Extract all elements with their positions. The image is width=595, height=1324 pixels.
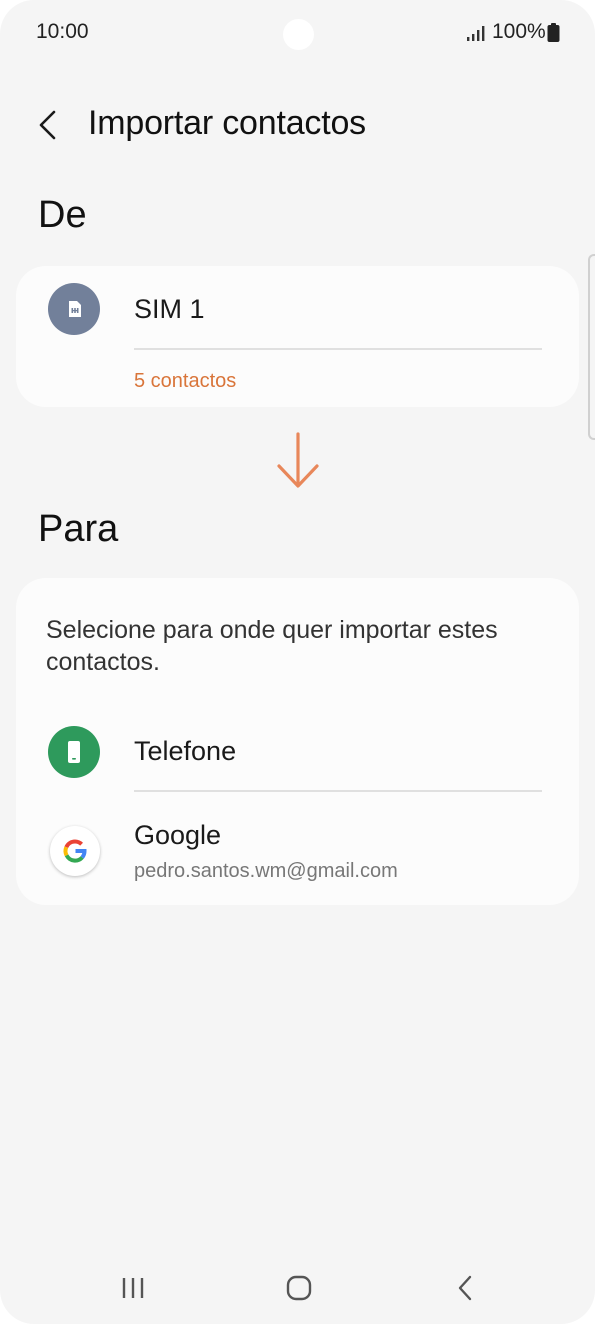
nav-back-button[interactable]	[436, 1266, 496, 1310]
status-time: 10:00	[36, 20, 89, 43]
recent-apps-button[interactable]	[103, 1266, 163, 1310]
source-name: SIM 1	[134, 294, 205, 324]
divider	[134, 348, 542, 350]
phone-icon	[68, 741, 80, 763]
page-title: Importar contactos	[88, 104, 366, 142]
destination-card: Selecione para onde quer importar estes …	[16, 578, 579, 905]
sim-card-icon	[69, 301, 81, 317]
destination-option-google[interactable]	[16, 808, 579, 902]
destination-description: Selecione para onde quer importar estes …	[46, 616, 498, 676]
home-button[interactable]	[269, 1266, 329, 1310]
chevron-left-icon	[39, 110, 56, 140]
section-title-from: De	[38, 194, 87, 236]
recent-apps-icon	[122, 1278, 144, 1298]
scroll-handle[interactable]	[588, 254, 595, 440]
source-card[interactable]: SIM 1 5 contactos	[16, 266, 579, 407]
destination-option-phone[interactable]	[16, 708, 579, 794]
back-button[interactable]	[30, 103, 70, 147]
status-bar: 10:00 100%	[0, 0, 595, 66]
navigation-bar	[0, 1254, 595, 1324]
battery-icon	[547, 23, 560, 42]
phone-avatar	[48, 726, 100, 778]
divider	[134, 790, 542, 792]
back-icon	[458, 1275, 472, 1301]
arrow-down-icon	[277, 432, 319, 488]
phone-screen: 10:00 100% Importar contactos De SIM 1 5…	[0, 0, 595, 1324]
google-icon	[63, 839, 87, 863]
home-icon	[286, 1275, 312, 1301]
option-name-google: Google	[134, 820, 222, 850]
sim-avatar	[48, 283, 100, 335]
battery-percent: 100%	[492, 20, 546, 43]
section-title-to: Para	[38, 508, 119, 550]
source-detail: 5 contactos	[134, 370, 237, 392]
option-name-phone: Telefone	[134, 736, 237, 766]
option-detail-google: pedro.santos.wm@gmail.com	[134, 860, 398, 882]
camera-cutout	[283, 19, 314, 50]
google-avatar	[50, 826, 100, 876]
signal-icon	[467, 26, 485, 41]
